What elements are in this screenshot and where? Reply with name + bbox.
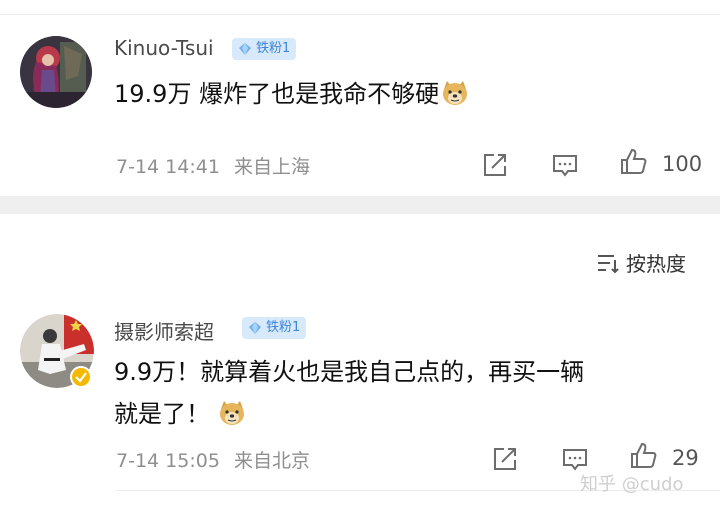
doge-icon: [443, 81, 468, 105]
username[interactable]: Kinuo-Tsui: [114, 36, 214, 60]
comment-text-line1: 9.9万！就算着火也是我自己点的，再买一辆: [114, 358, 585, 386]
comment-time: 7-14 14:41: [116, 156, 220, 178]
badge-label: 铁粉1: [266, 320, 301, 335]
comment-text-line2: 就是了！: [114, 394, 246, 434]
comment-location: 来自上海: [233, 156, 310, 178]
badge-label: 铁粉1: [256, 41, 291, 56]
diamond-icon: [249, 322, 261, 334]
share-icon[interactable]: [490, 444, 520, 474]
verified-icon: [70, 366, 92, 388]
like-count: 100: [662, 152, 703, 176]
section-divider: [0, 196, 720, 214]
like-count: 29: [672, 446, 699, 470]
comment-meta: 7-14 14:41 来自上海: [116, 152, 310, 179]
fan-badge: 铁粉1: [232, 38, 297, 60]
fan-badge: 铁粉1: [242, 317, 307, 339]
diamond-icon: [239, 43, 251, 55]
comment-text-content: 就是了！: [114, 400, 210, 428]
comment-meta: 7-14 15:05 来自北京: [116, 446, 310, 473]
comment-text-content: 19.9万 爆炸了也是我命不够硬: [114, 80, 440, 108]
share-icon[interactable]: [480, 150, 510, 180]
comment-icon[interactable]: [550, 150, 580, 180]
thumbs-up-icon[interactable]: [628, 440, 658, 470]
sort-icon: [598, 255, 619, 274]
comment-location: 来自北京: [233, 450, 310, 472]
username[interactable]: 摄影师索超: [114, 316, 214, 345]
thumbs-up-icon[interactable]: [618, 146, 648, 176]
sort-label: 按热度: [626, 252, 686, 276]
comment-text: 19.9万 爆炸了也是我命不够硬: [114, 74, 469, 114]
top-separator: [0, 14, 720, 15]
watermark: 知乎 @cudo: [580, 474, 684, 495]
comment-time: 7-14 15:05: [116, 450, 220, 472]
doge-icon: [220, 401, 244, 425]
avatar[interactable]: [20, 36, 92, 108]
